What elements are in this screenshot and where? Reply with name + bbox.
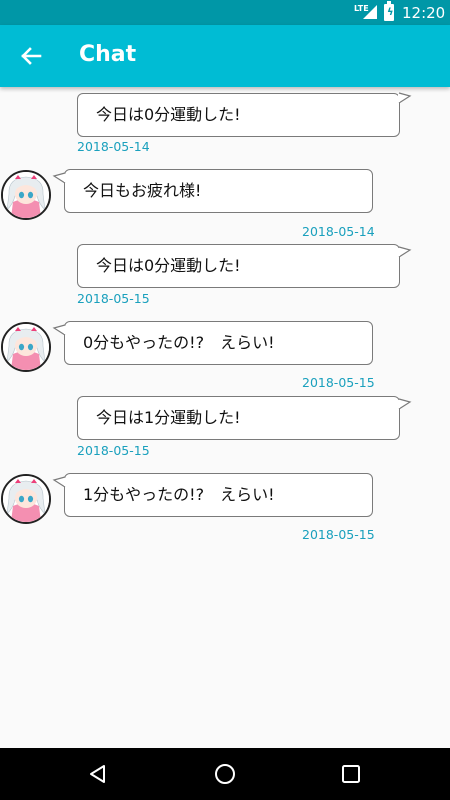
nav-recents-icon[interactable] <box>339 762 363 786</box>
bubble-tail <box>52 476 66 488</box>
message-bubble-sent[interactable]: 今日は1分運動した! <box>77 396 400 440</box>
anime-girl-avatar-icon <box>3 172 49 218</box>
bubble-tail <box>398 398 412 410</box>
message-date: 2018-05-15 <box>302 527 375 542</box>
status-bar: LTE ϟ 12:20 <box>0 0 450 25</box>
message-bubble-received[interactable]: 0分もやったの!? えらい! <box>64 321 373 365</box>
message-text: 今日は1分運動した! <box>96 408 241 427</box>
message-text: 1分もやったの!? えらい! <box>83 485 275 504</box>
nav-back-icon[interactable] <box>86 762 110 786</box>
back-arrow-icon[interactable] <box>14 39 48 73</box>
message-bubble-sent[interactable]: 今日は0分運動した! <box>77 244 400 288</box>
avatar[interactable] <box>1 474 51 524</box>
bubble-tail <box>52 324 66 336</box>
app-bar: Chat <box>0 25 450 87</box>
avatar[interactable] <box>1 170 51 220</box>
message-text: 今日もお疲れ様! <box>83 181 202 200</box>
message-text: 今日は0分運動した! <box>96 256 241 275</box>
message-bubble-received[interactable]: 1分もやったの!? えらい! <box>64 473 373 517</box>
chat-list[interactable]: 今日は0分運動した! 2018-05-14 今日もお疲れ様! 2018-05-1… <box>0 87 450 748</box>
battery-charging-icon: ϟ <box>384 1 394 21</box>
message-date: 2018-05-15 <box>302 375 375 390</box>
nav-home-icon[interactable] <box>213 762 237 786</box>
status-time: 12:20 <box>402 4 446 22</box>
message-bubble-received[interactable]: 今日もお疲れ様! <box>64 169 373 213</box>
bubble-tail <box>398 246 412 258</box>
avatar[interactable] <box>1 322 51 372</box>
signal-icon <box>363 5 377 19</box>
bubble-tail <box>398 92 412 104</box>
page-title: Chat <box>79 42 137 67</box>
anime-girl-avatar-icon <box>3 476 49 522</box>
message-date: 2018-05-14 <box>302 224 375 239</box>
anime-girl-avatar-icon <box>3 324 49 370</box>
message-date: 2018-05-15 <box>77 443 150 458</box>
message-date: 2018-05-15 <box>77 291 150 306</box>
bubble-tail <box>52 172 66 184</box>
message-text: 0分もやったの!? えらい! <box>83 333 275 352</box>
message-bubble-sent[interactable]: 今日は0分運動した! <box>77 93 400 137</box>
message-date: 2018-05-14 <box>77 139 150 154</box>
message-text: 今日は0分運動した! <box>96 105 241 124</box>
system-nav-bar <box>0 748 450 800</box>
